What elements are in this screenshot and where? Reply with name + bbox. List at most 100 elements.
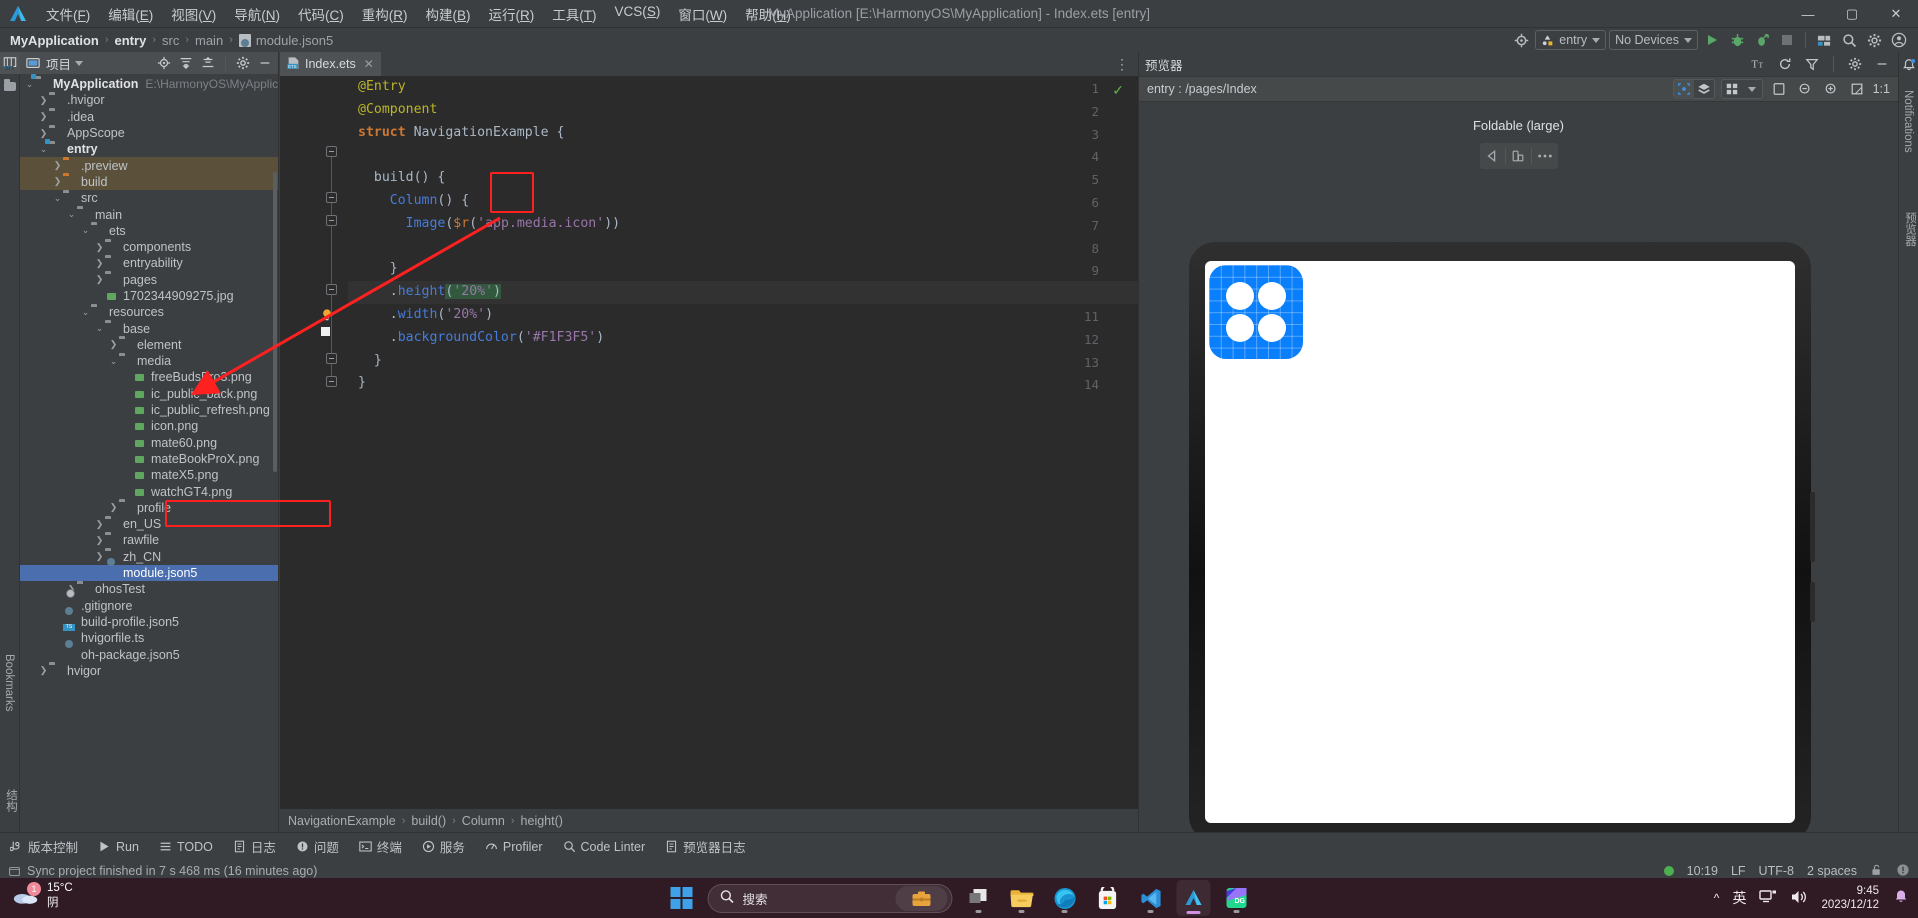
chevron-right-icon[interactable]: ❯: [94, 519, 105, 530]
fullscreen-icon[interactable]: [1847, 80, 1867, 99]
chevron-down-icon[interactable]: ⌄: [38, 144, 49, 155]
chevron-right-icon[interactable]: ❯: [38, 128, 49, 139]
code-line-2[interactable]: @Component: [348, 99, 1138, 122]
chevron-down-icon[interactable]: ⌄: [80, 225, 91, 236]
tree-item--idea[interactable]: ❯ .idea: [20, 109, 278, 125]
more-icon[interactable]: [1532, 153, 1557, 159]
back-icon[interactable]: [1480, 149, 1505, 163]
multi-device-icon[interactable]: [1722, 80, 1742, 99]
menu-item-4[interactable]: 导航(N): [225, 2, 289, 26]
chevron-down-icon[interactable]: [75, 60, 84, 66]
zoom-out-icon[interactable]: [1795, 80, 1815, 99]
code-line-11[interactable]: .width('20%'): [348, 304, 1138, 327]
tool-window-----[interactable]: 版本控制: [0, 837, 88, 856]
chevron-down-icon[interactable]: [1742, 80, 1762, 99]
tool-window---[interactable]: 终端: [349, 837, 412, 856]
windows-start-icon[interactable]: [665, 880, 699, 916]
chevron-right-icon[interactable]: ❯: [52, 160, 63, 171]
menu-item-1[interactable]: 文件(F): [37, 2, 99, 26]
tree-item-mate60-png[interactable]: mate60.png: [20, 435, 278, 451]
code-line-13[interactable]: }: [348, 350, 1138, 373]
menu-item-11[interactable]: 窗口(W): [669, 2, 736, 26]
breadcrumb-module[interactable]: entry: [115, 33, 147, 48]
tab-index-ets[interactable]: ETS Index.ets ✕: [280, 52, 381, 76]
stop-button[interactable]: [1776, 29, 1798, 51]
device-screen[interactable]: [1205, 261, 1795, 823]
tree-item--gitignore[interactable]: .gitignore: [20, 598, 278, 614]
chevron-down-icon[interactable]: ⌄: [52, 193, 63, 204]
close-button[interactable]: ✕: [1874, 0, 1918, 28]
editor-breadcrumb-1[interactable]: NavigationExample: [288, 814, 396, 828]
structure-rail-label[interactable]: 结构: [3, 789, 19, 812]
menu-item-9[interactable]: 工具(T): [543, 2, 605, 26]
chevron-down-icon[interactable]: ⌄: [94, 323, 105, 334]
zoom-level-label[interactable]: 1:1: [1873, 82, 1890, 96]
edge-icon[interactable]: [1048, 880, 1082, 916]
taskbar-clock[interactable]: 9:45 2023/12/12: [1821, 884, 1879, 912]
search-icon[interactable]: [1838, 29, 1860, 51]
unlock-icon[interactable]: [1870, 863, 1883, 880]
code-line-3[interactable]: struct NavigationExample {: [348, 122, 1138, 145]
chevron-right-icon[interactable]: ❯: [94, 242, 105, 253]
previewer-rail-label[interactable]: 预览器: [1902, 212, 1918, 247]
profile-button[interactable]: [1751, 29, 1773, 51]
tree-item--hvigor[interactable]: ❯ .hvigor: [20, 92, 278, 108]
chevron-right-icon[interactable]: ❯: [108, 502, 119, 513]
code-line-10[interactable]: .height('20%'): [348, 281, 1138, 304]
code-line-4[interactable]: [348, 144, 1138, 167]
bell-icon[interactable]: [1892, 888, 1910, 909]
tree-item-element[interactable]: ❯ element: [20, 337, 278, 353]
minimize-panel-icon[interactable]: [1872, 55, 1892, 74]
gear-icon[interactable]: [234, 54, 252, 72]
code-line-14[interactable]: }: [348, 372, 1138, 395]
fold-marker-close-column[interactable]: [326, 284, 337, 295]
tree-item-components[interactable]: ❯ components: [20, 239, 278, 255]
line-separator[interactable]: LF: [1731, 864, 1746, 878]
tree-item-freebudspro3-png[interactable]: freeBudsPro3.png: [20, 369, 278, 385]
locate-icon[interactable]: [155, 54, 173, 72]
tree-item-base[interactable]: ⌄ base: [20, 320, 278, 336]
sidebar-item-project[interactable]: ETS: [0, 52, 20, 74]
run-target-combo[interactable]: entry: [1535, 30, 1607, 50]
editor-gutter[interactable]: [280, 76, 348, 809]
layers-icon[interactable]: [1694, 80, 1714, 99]
code-area[interactable]: ✓ 1234567891011121314 @Entry@Componentst…: [280, 76, 1138, 809]
tree-item-entryability[interactable]: ❯ entryability: [20, 255, 278, 271]
ime-indicator[interactable]: 英: [1732, 888, 1746, 908]
fold-marker-build[interactable]: [326, 192, 337, 203]
breadcrumb-main[interactable]: main: [195, 33, 223, 48]
project-tree-scrollbar[interactable]: [273, 172, 277, 472]
code-line-5[interactable]: build() {: [348, 167, 1138, 190]
menu-item-10[interactable]: VCS(S): [606, 2, 670, 26]
code-line-12[interactable]: .backgroundColor('#F1F3F5'): [348, 327, 1138, 350]
breadcrumb-project[interactable]: MyApplication: [10, 33, 99, 48]
tree-item-1702344909275-jpg[interactable]: 1702344909275.jpg: [20, 288, 278, 304]
minimize-panel-icon[interactable]: [256, 54, 274, 72]
breadcrumb-src[interactable]: src: [162, 33, 179, 48]
chevron-down-icon[interactable]: ⌄: [66, 209, 77, 220]
menu-item-6[interactable]: 重构(R): [353, 2, 417, 26]
menu-item-8[interactable]: 运行(R): [480, 2, 544, 26]
code-line-9[interactable]: }: [348, 258, 1138, 281]
tool-window-run[interactable]: Run: [88, 840, 149, 854]
tool-window-todo[interactable]: TODO: [149, 840, 223, 854]
tree-item-rawfile[interactable]: ❯ rawfile: [20, 532, 278, 548]
run-button[interactable]: [1701, 29, 1723, 51]
network-icon[interactable]: [1759, 889, 1777, 908]
intention-bulb-icon[interactable]: [320, 308, 334, 322]
editor-options-icon[interactable]: ⋮: [1115, 56, 1130, 73]
tree-item-myapplication[interactable]: ⌄ MyApplication E:\HarmonyOS\MyApplicatio: [20, 76, 278, 92]
fold-marker-close-build[interactable]: [326, 353, 337, 364]
tree-item-main[interactable]: ⌄ main: [20, 206, 278, 222]
refresh-icon[interactable]: [1775, 55, 1795, 74]
volume-icon[interactable]: [1790, 889, 1808, 908]
indent-setting[interactable]: 2 spaces: [1807, 864, 1857, 878]
tree-item-matebookprox-png[interactable]: mateBookProX.png: [20, 451, 278, 467]
tree-item-ohostest[interactable]: ❯ohosTest: [20, 581, 278, 597]
tree-item-ets[interactable]: ⌄ ets: [20, 223, 278, 239]
briefcase-icon[interactable]: [895, 885, 948, 911]
menu-item-2[interactable]: 编辑(E): [99, 2, 162, 26]
previewer-body[interactable]: Foldable (large): [1139, 102, 1898, 832]
editor-breadcrumb-2[interactable]: build(): [411, 814, 446, 828]
gear-icon[interactable]: [1863, 29, 1885, 51]
